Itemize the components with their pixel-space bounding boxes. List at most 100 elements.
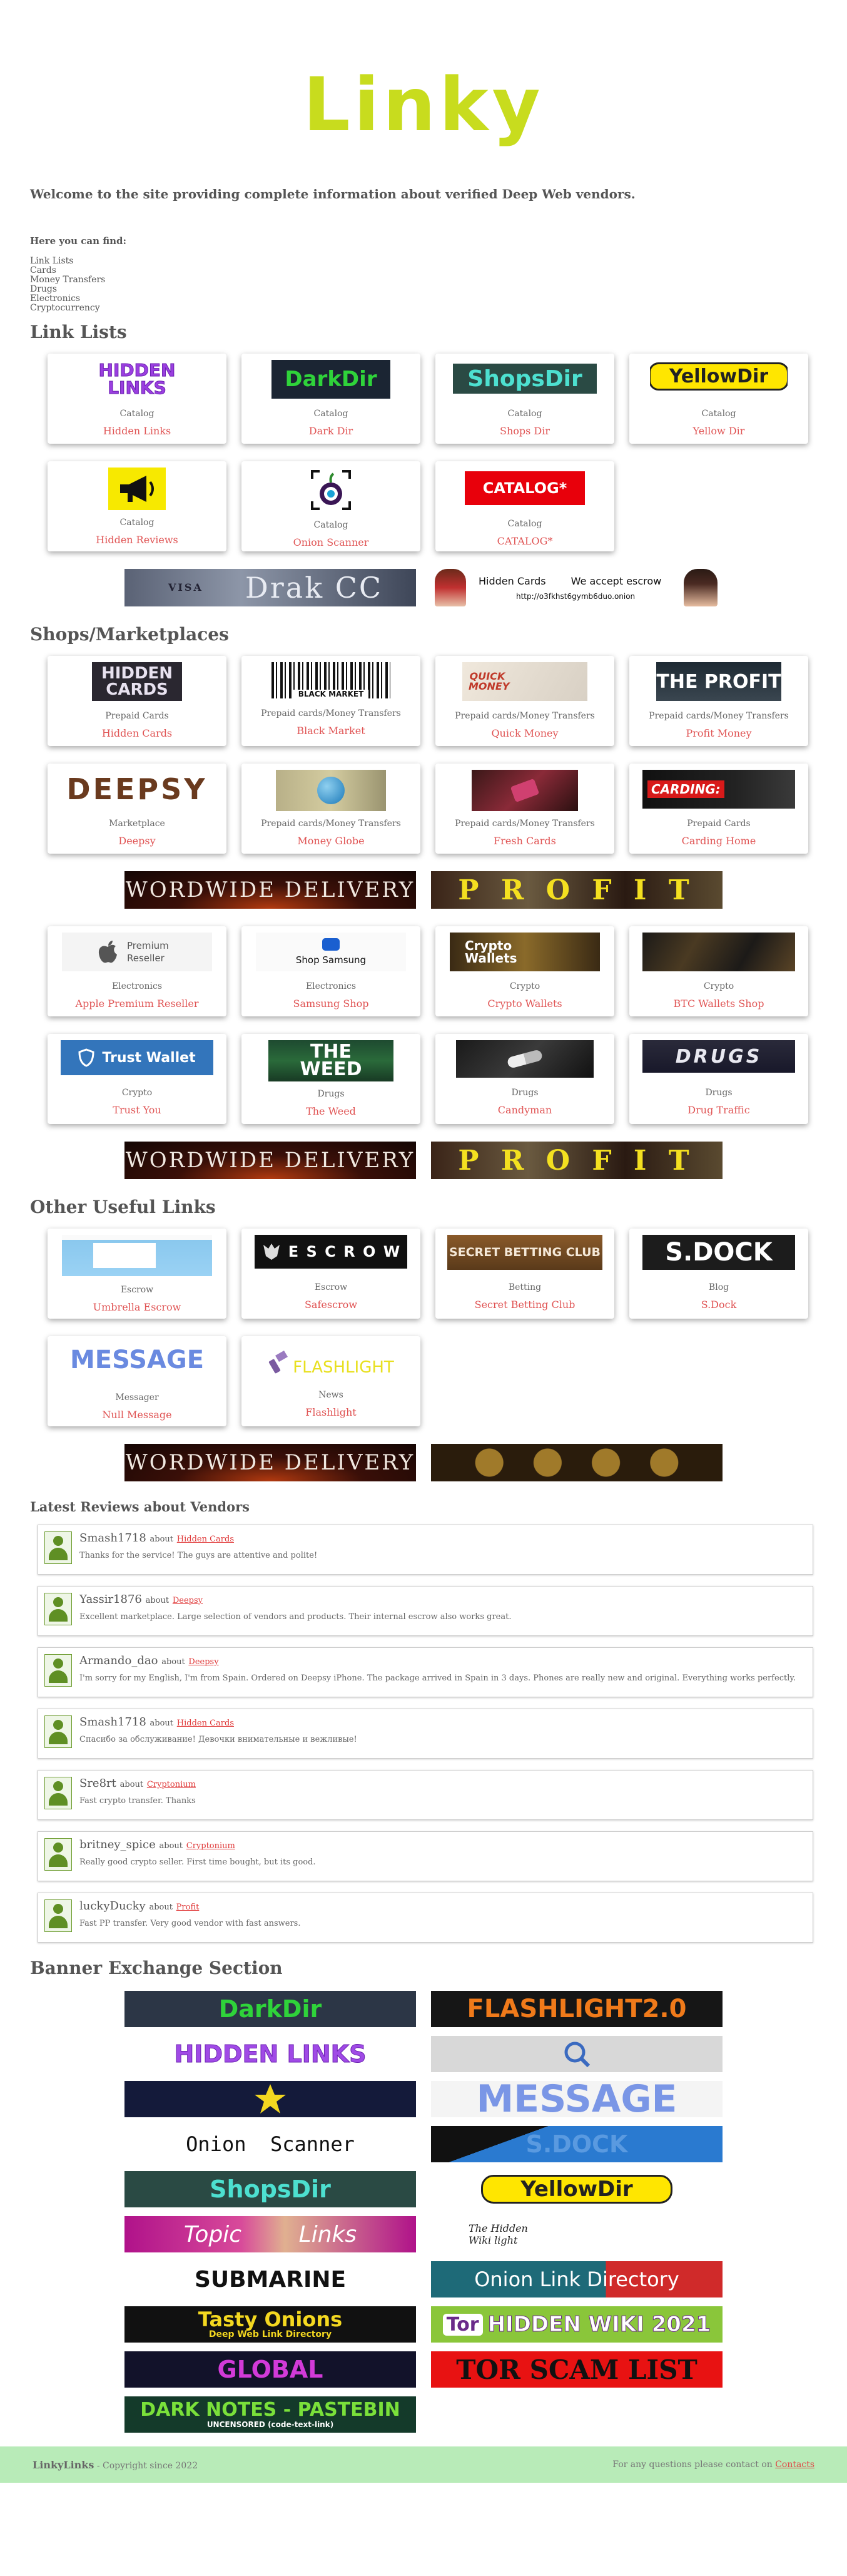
card-link[interactable]: Samsung Shop [293, 998, 369, 1009]
card-hidden-reviews[interactable]: Catalog Hidden Reviews [48, 461, 226, 551]
card-link[interactable]: Hidden Links [103, 425, 171, 437]
card-link[interactable]: Shops Dir [500, 425, 550, 437]
card-link[interactable]: Candyman [498, 1104, 552, 1116]
card-link[interactable]: Hidden Reviews [96, 534, 178, 546]
card-apple-reseller[interactable]: Premium Reseller Electronics Apple Premi… [48, 926, 226, 1016]
card-crypto-wallets[interactable]: Crypto Wallets Crypto Crypto Wallets [435, 926, 614, 1016]
wordwide-delivery-banner[interactable]: WORDWIDE DELIVERY [124, 1444, 416, 1481]
card-link[interactable]: Apple Premium Reseller [76, 998, 199, 1009]
message-banner[interactable]: MESSAGE [431, 2081, 723, 2117]
card-link[interactable]: Fresh Cards [494, 835, 556, 847]
review-vendor-link[interactable]: Cryptonium [147, 1780, 196, 1789]
card-secret-betting[interactable]: SECRET BETTING CLUB Betting Secret Betti… [435, 1229, 614, 1319]
card-dark-dir[interactable]: DarkDir Catalog Dark Dir [241, 354, 420, 444]
black-market-logo: BLACK MARKET [271, 662, 390, 698]
card-drug-traffic[interactable]: DRUGS Drugs Drug Traffic [629, 1034, 808, 1124]
card-link[interactable]: Dark Dir [309, 425, 353, 437]
card-link[interactable]: Umbrella Escrow [93, 1301, 181, 1313]
drak-cc-banner[interactable]: VISA Drak CC [124, 569, 416, 606]
card-shops-dir[interactable]: ShopsDir Catalog Shops Dir [435, 354, 614, 444]
card-yellow-dir[interactable]: YellowDir Catalog Yellow Dir [629, 354, 808, 444]
contacts-link[interactable]: Contacts [775, 2460, 814, 2470]
review-vendor-link[interactable]: Hidden Cards [177, 1719, 234, 1728]
card-link[interactable]: Secret Betting Club [475, 1299, 576, 1311]
review-vendor-link[interactable]: Deepsy [173, 1596, 203, 1605]
hidden-cards-banner[interactable]: Hidden Cards We accept escrow http://o3f… [431, 569, 723, 606]
hidden-wiki-2021-banner[interactable]: Tor HIDDEN WIKI 2021 [431, 2306, 723, 2343]
review-vendor-link[interactable]: Cryptonium [186, 1841, 235, 1851]
profit-banner[interactable]: P R O F I T [431, 1142, 723, 1179]
search-banner[interactable] [431, 2036, 723, 2072]
global-banner[interactable]: GLOBAL [124, 2351, 416, 2388]
card-safescrow[interactable]: E S C R O W Escrow Safescrow [241, 1229, 420, 1319]
dark-notes-banner[interactable]: DARK NOTES - PASTEBIN UNCENSORED (code-t… [124, 2396, 416, 2433]
card-the-weed[interactable]: THE WEED Drugs The Weed [241, 1034, 420, 1124]
card-null-message[interactable]: MESSAGE Messager Null Message [48, 1336, 226, 1426]
card-fresh-cards[interactable]: Prepaid cards/Money Transfers Fresh Card… [435, 764, 614, 854]
submarine-banner[interactable]: SUBMARINE [124, 2261, 416, 2297]
onion-scanner-banner[interactable]: Onion Scanner [124, 2126, 416, 2162]
card-trust-you[interactable]: Trust Wallet Crypto Trust You [48, 1034, 226, 1124]
card-money-globe[interactable]: Prepaid cards/Money Transfers Money Glob… [241, 764, 420, 854]
card-btc-wallets[interactable]: Crypto BTC Wallets Shop [629, 926, 808, 1016]
shopsdir-banner[interactable]: ShopsDir [124, 2171, 416, 2207]
card-profit-money[interactable]: THE PROFIT Prepaid cards/Money Transfers… [629, 656, 808, 746]
topic-links-banner[interactable]: Topic Links [124, 2216, 416, 2252]
card-link[interactable]: Quick Money [491, 727, 558, 739]
other-grid: Escrow Umbrella Escrow E S C R O W Escro… [48, 1229, 817, 1426]
star-banner[interactable] [124, 2081, 416, 2117]
footer-brand[interactable]: LinkyLinks [33, 2459, 94, 2471]
card-link[interactable]: Hidden Cards [102, 727, 172, 739]
card-link[interactable]: Carding Home [682, 835, 756, 847]
card-flashlight[interactable]: FLASHLIGHT News Flashlight [241, 1336, 420, 1426]
card-link[interactable]: The Weed [306, 1105, 356, 1117]
card-link[interactable]: Flashlight [305, 1406, 356, 1418]
tor-scam-list-banner[interactable]: TOR SCAM LIST [431, 2351, 723, 2388]
card-samsung-shop[interactable]: Shop Samsung Electronics Samsung Shop [241, 926, 420, 1016]
hidden-links-banner[interactable]: HIDDEN LINKS [124, 2036, 416, 2072]
card-link[interactable]: Drug Traffic [687, 1104, 749, 1116]
card-link[interactable]: Safescrow [305, 1299, 357, 1311]
flashlight-banner[interactable]: FLASHLIGHT2.0 [431, 1991, 723, 2027]
card-link[interactable]: Black Market [297, 725, 365, 737]
s-dock-banner[interactable]: S.DOCK [431, 2126, 723, 2162]
card-link[interactable]: Profit Money [686, 727, 751, 739]
card-s-dock[interactable]: S.DOCK Blog S.Dock [629, 1229, 808, 1319]
card-deepsy[interactable]: DEEPSY Marketplace Deepsy [48, 764, 226, 854]
review-vendor-link[interactable]: Profit [176, 1903, 200, 1912]
darkdir-banner[interactable]: DarkDir [124, 1991, 416, 2027]
card-link[interactable]: Deepsy [118, 835, 155, 847]
yellowdir-banner[interactable]: YellowDir [431, 2171, 723, 2207]
card-candyman[interactable]: Drugs Candyman [435, 1034, 614, 1124]
card-black-market[interactable]: BLACK MARKET Prepaid cards/Money Transfe… [241, 656, 420, 746]
user-avatar-icon [44, 1654, 72, 1687]
card-carding-home[interactable]: CARDING: Prepaid Cards Carding Home [629, 764, 808, 854]
card-onion-scanner[interactable]: Catalog Onion Scanner [241, 461, 420, 551]
review-vendor-link[interactable]: Hidden Cards [177, 1535, 234, 1544]
card-link[interactable]: S.Dock [701, 1299, 737, 1311]
profit-banner[interactable]: P R O F I T [431, 871, 723, 909]
card-link[interactable]: CATALOG* [497, 535, 553, 547]
review-vendor-link[interactable]: Deepsy [188, 1657, 218, 1667]
card-link[interactable]: Onion Scanner [293, 536, 369, 548]
tasty-onions-banner[interactable]: Tasty Onions Deep Web Link Directory [124, 2306, 416, 2343]
wordwide-delivery-banner[interactable]: WORDWIDE DELIVERY [124, 871, 416, 909]
card-link[interactable]: Null Message [102, 1409, 171, 1421]
card-link[interactable]: Trust You [113, 1104, 161, 1116]
card-hidden-cards[interactable]: HIDDEN CARDS Prepaid Cards Hidden Cards [48, 656, 226, 746]
onion-link-directory-banner[interactable]: Onion Link Directory [431, 2261, 723, 2297]
wordwide-delivery-banner[interactable]: WORDWIDE DELIVERY [124, 1142, 416, 1179]
card-umbrella-escrow[interactable]: Escrow Umbrella Escrow [48, 1229, 226, 1319]
card-link[interactable]: Yellow Dir [693, 425, 745, 437]
hidden-wiki-banner[interactable]: The Hidden Wiki light [431, 2216, 723, 2252]
card-hidden-links[interactable]: HIDDEN LINKS Catalog Hidden Links [48, 354, 226, 444]
bitcoin-banner[interactable] [431, 1444, 723, 1481]
card-link[interactable]: BTC Wallets Shop [674, 998, 764, 1009]
site-logo[interactable]: Linky [303, 68, 544, 141]
card-link[interactable]: Money Globe [297, 835, 364, 847]
secret-betting-logo: SECRET BETTING CLUB [447, 1235, 602, 1270]
card-catalog[interactable]: CATALOG* Catalog CATALOG* [435, 461, 614, 551]
footer-contact-text: For any questions please contact on [612, 2460, 776, 2470]
card-quick-money[interactable]: QUICK MONEY Prepaid cards/Money Transfer… [435, 656, 614, 746]
card-link[interactable]: Crypto Wallets [487, 998, 562, 1009]
